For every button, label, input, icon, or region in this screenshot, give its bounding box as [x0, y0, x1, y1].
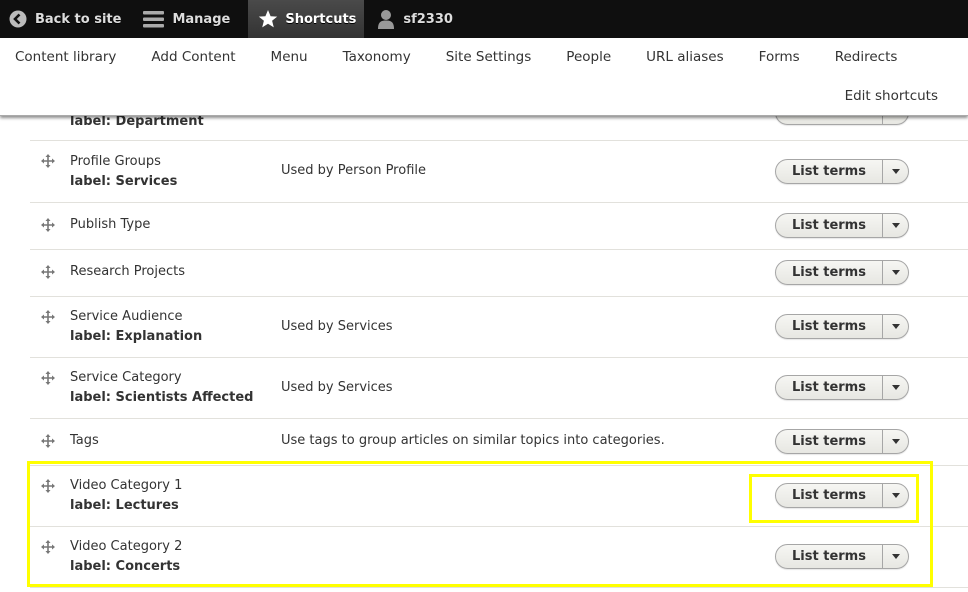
list-terms-button[interactable]: List terms [776, 430, 883, 453]
table-row: Tags Use tags to group articles on simil… [30, 419, 968, 466]
user-icon [376, 9, 396, 29]
caret-down-icon [891, 385, 900, 390]
caret-down-icon [891, 223, 900, 228]
drag-handle-icon[interactable] [41, 218, 55, 232]
shortcuts-tab[interactable]: Shortcuts [248, 0, 365, 38]
caret-down-icon [891, 554, 900, 559]
hamburger-icon [143, 9, 165, 29]
list-terms-dropbutton: List terms [775, 544, 909, 569]
caret-down-icon [891, 169, 900, 174]
shortcut-site-settings[interactable]: Site Settings [446, 49, 532, 65]
list-terms-button[interactable]: List terms [776, 261, 883, 284]
vocabulary-name: Service Category [70, 370, 182, 385]
table-row: Publish Type List terms [30, 203, 968, 250]
manage-tab[interactable]: Manage [135, 0, 248, 38]
vocabulary-name: Research Projects [70, 264, 186, 279]
dropbutton-toggle[interactable] [883, 261, 908, 284]
vocabulary-label: label: Scientists Affected [70, 390, 254, 405]
shortcuts-label: Shortcuts [285, 11, 357, 27]
shortcut-url-aliases[interactable]: URL aliases [646, 49, 724, 65]
table-row: Video Category 1 label: Lectures List te… [30, 466, 968, 527]
vocabulary-name: Video Category 1 [70, 478, 183, 493]
dropbutton-toggle[interactable] [883, 376, 908, 399]
vocabulary-description: Use tags to group articles on similar to… [281, 433, 665, 448]
shortcut-taxonomy[interactable]: Taxonomy [343, 49, 411, 65]
vocabulary-label: label: Lectures [70, 498, 179, 513]
list-terms-dropbutton: List terms [775, 260, 909, 285]
dropbutton-toggle[interactable] [883, 315, 908, 338]
drag-handle-icon[interactable] [41, 154, 55, 168]
shortcut-add-content[interactable]: Add Content [151, 49, 235, 65]
dropbutton-toggle[interactable] [883, 160, 908, 183]
chevron-left-circle-icon [8, 9, 28, 29]
drag-handle-icon[interactable] [41, 540, 55, 554]
caret-down-icon [891, 493, 900, 498]
vocabulary-name: Video Category 2 [70, 539, 183, 554]
drag-handle-icon[interactable] [41, 371, 55, 385]
drag-handle-icon[interactable] [41, 434, 55, 448]
dropbutton-toggle[interactable] [883, 545, 908, 568]
list-terms-dropbutton: List terms [775, 314, 909, 339]
caret-down-icon [891, 439, 900, 444]
vocabulary-description: Used by Services [281, 380, 393, 395]
table-row: Service Audience label: Explanation Used… [30, 297, 968, 358]
list-terms-button[interactable]: List terms [776, 376, 883, 399]
vocabulary-name: Service Audience [70, 309, 183, 324]
list-terms-dropbutton: List terms [775, 213, 909, 238]
shortcut-people[interactable]: People [566, 49, 611, 65]
vocabulary-label: label: Concerts [70, 559, 181, 574]
table-row: Research Projects List terms [30, 250, 968, 297]
vocabulary-label: label: Services [70, 174, 178, 189]
shortcut-links: Content library Add Content Menu Taxonom… [0, 38, 968, 76]
vocabulary-name: Tags [70, 433, 99, 448]
shortcuts-tray: Content library Add Content Menu Taxonom… [0, 38, 968, 116]
shortcut-forms[interactable]: Forms [759, 49, 800, 65]
list-terms-dropbutton: List terms [775, 159, 909, 184]
dropbutton-toggle[interactable] [883, 484, 908, 507]
star-icon [258, 9, 278, 29]
user-tab[interactable]: sf2330 [364, 0, 465, 38]
list-terms-button[interactable]: List terms [776, 484, 883, 507]
vocabulary-name: Profile Groups [70, 154, 161, 169]
dropbutton-toggle[interactable] [883, 430, 908, 453]
table-row: Video Category 2 label: Concerts List te… [30, 527, 968, 588]
back-to-site-label: Back to site [35, 11, 122, 27]
list-terms-button[interactable]: List terms [776, 160, 883, 183]
shortcut-menu[interactable]: Menu [271, 49, 308, 65]
vocabulary-description: Used by Services [281, 319, 393, 334]
list-terms-dropbutton: List terms [775, 375, 909, 400]
table-row: Service Category label: Scientists Affec… [30, 358, 968, 419]
drag-handle-icon[interactable] [41, 265, 55, 279]
vocabulary-name: Publish Type [70, 217, 151, 232]
list-terms-button[interactable]: List terms [776, 545, 883, 568]
list-terms-button[interactable]: List terms [776, 214, 883, 237]
caret-down-icon [891, 270, 900, 275]
manage-label: Manage [172, 11, 231, 27]
list-terms-dropbutton: List terms [775, 483, 909, 508]
drag-handle-icon[interactable] [41, 479, 55, 493]
drag-handle-icon[interactable] [41, 310, 55, 324]
shortcut-redirects[interactable]: Redirects [835, 49, 898, 65]
vocabulary-description: Used by Person Profile [281, 163, 426, 178]
edit-shortcuts-link[interactable]: Edit shortcuts [845, 88, 938, 104]
username-label: sf2330 [403, 11, 453, 27]
list-terms-button[interactable]: List terms [776, 315, 883, 338]
vocabulary-label: label: Explanation [70, 329, 203, 344]
back-to-site-link[interactable]: Back to site [0, 0, 135, 38]
dropbutton-toggle[interactable] [883, 214, 908, 237]
shortcut-content-library[interactable]: Content library [15, 49, 116, 65]
caret-down-icon [891, 324, 900, 329]
admin-toolbar: Back to site Manage Shortcuts sf2330 [0, 0, 968, 38]
list-terms-dropbutton: List terms [775, 429, 909, 454]
table-row: Profile Groups label: Services Used by P… [30, 142, 968, 203]
